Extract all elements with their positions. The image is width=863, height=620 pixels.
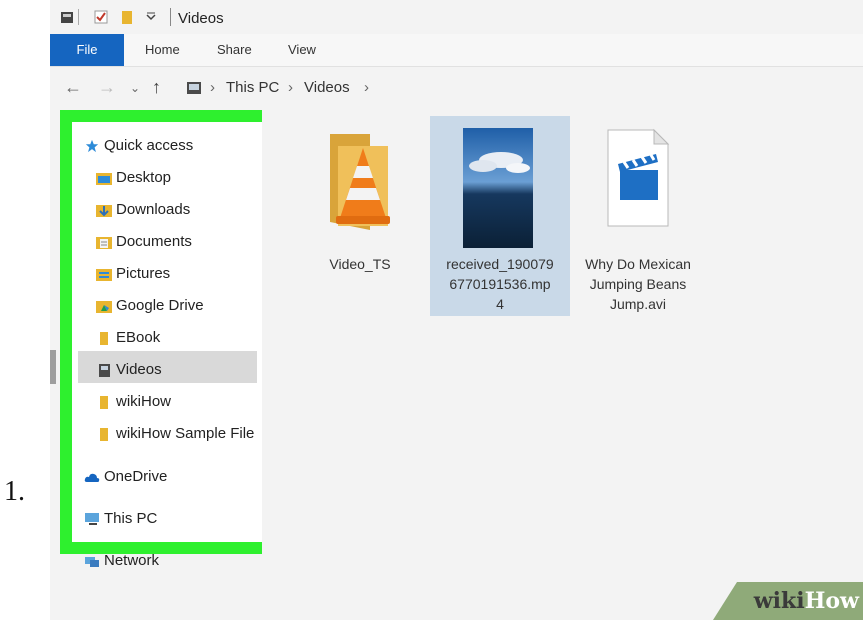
file-explorer-window: Videos File Home Share View ← → ⌄ ↑ › Th… <box>50 0 863 620</box>
this-pc-small-icon <box>187 82 201 94</box>
video-file-icon <box>607 128 670 227</box>
window-title: Videos <box>178 10 224 27</box>
checkmark-properties-icon[interactable] <box>94 10 108 24</box>
cloud-icon <box>84 473 100 482</box>
folder-icon <box>100 396 108 409</box>
forward-arrow-icon[interactable]: → <box>98 77 116 98</box>
quick-access-highlight-box <box>60 110 288 554</box>
file-item-received-mp4[interactable]: received_190079 6770191536.mp 4 <box>430 116 570 316</box>
star-icon <box>85 139 99 153</box>
wikihow-logo: wikiHow <box>753 588 859 614</box>
downloads-folder-icon <box>96 205 112 217</box>
tab-view[interactable]: View <box>288 34 316 66</box>
new-folder-icon[interactable] <box>120 10 134 24</box>
folder-icon <box>100 332 108 345</box>
title-bar: Videos <box>50 0 863 34</box>
back-arrow-icon[interactable]: ← <box>64 77 82 98</box>
customize-toolbar-chevron-icon[interactable] <box>146 10 156 24</box>
title-separator <box>170 8 171 26</box>
breadcrumb-separator-icon: › <box>210 79 215 96</box>
file-name: received_190079 6770191536.mp 4 <box>446 256 554 312</box>
pictures-folder-icon <box>96 269 112 281</box>
file-list-area: Video_TS received_190079 6770191536.mp 4 <box>262 110 863 620</box>
computer-icon <box>85 513 99 525</box>
documents-folder-icon <box>96 237 112 249</box>
file-name: Why Do Mexican Jumping Beans Jump.avi <box>585 256 691 312</box>
step-number: 1. <box>4 476 25 507</box>
desktop-folder-icon <box>96 173 112 185</box>
tab-share[interactable]: Share <box>217 34 252 66</box>
breadcrumb-this-pc[interactable]: This PC <box>226 79 279 96</box>
recent-locations-chevron-icon[interactable]: ⌄ <box>130 81 140 95</box>
pane-scroll-indicator <box>50 350 56 384</box>
google-drive-icon <box>96 301 112 313</box>
network-icon <box>85 557 99 567</box>
breadcrumb-separator-icon: › <box>364 79 369 96</box>
videos-folder-icon <box>99 364 110 377</box>
file-item-jumping-beans-avi[interactable]: Why Do Mexican Jumping Beans Jump.avi <box>568 116 708 316</box>
file-item-video-ts[interactable]: Video_TS <box>290 116 430 316</box>
tab-file[interactable]: File <box>50 34 124 66</box>
address-bar: ← → ⌄ ↑ › This PC › Videos › <box>50 67 863 109</box>
video-thumbnail-icon <box>463 128 533 248</box>
folder-icon <box>100 428 108 441</box>
quick-access-properties-icon[interactable] <box>60 10 74 24</box>
vlc-folder-icon <box>330 134 390 230</box>
up-arrow-icon[interactable]: ↑ <box>152 77 161 98</box>
sidebar-item-wikihow-sample-file[interactable]: wikiHow Sample File <box>96 424 276 446</box>
tab-home[interactable]: Home <box>145 34 180 66</box>
file-name: Video_TS <box>329 256 391 272</box>
ribbon-tabs: File Home Share View <box>50 34 863 67</box>
breadcrumb-videos[interactable]: Videos <box>304 79 350 96</box>
breadcrumb-separator-icon: › <box>288 79 293 96</box>
